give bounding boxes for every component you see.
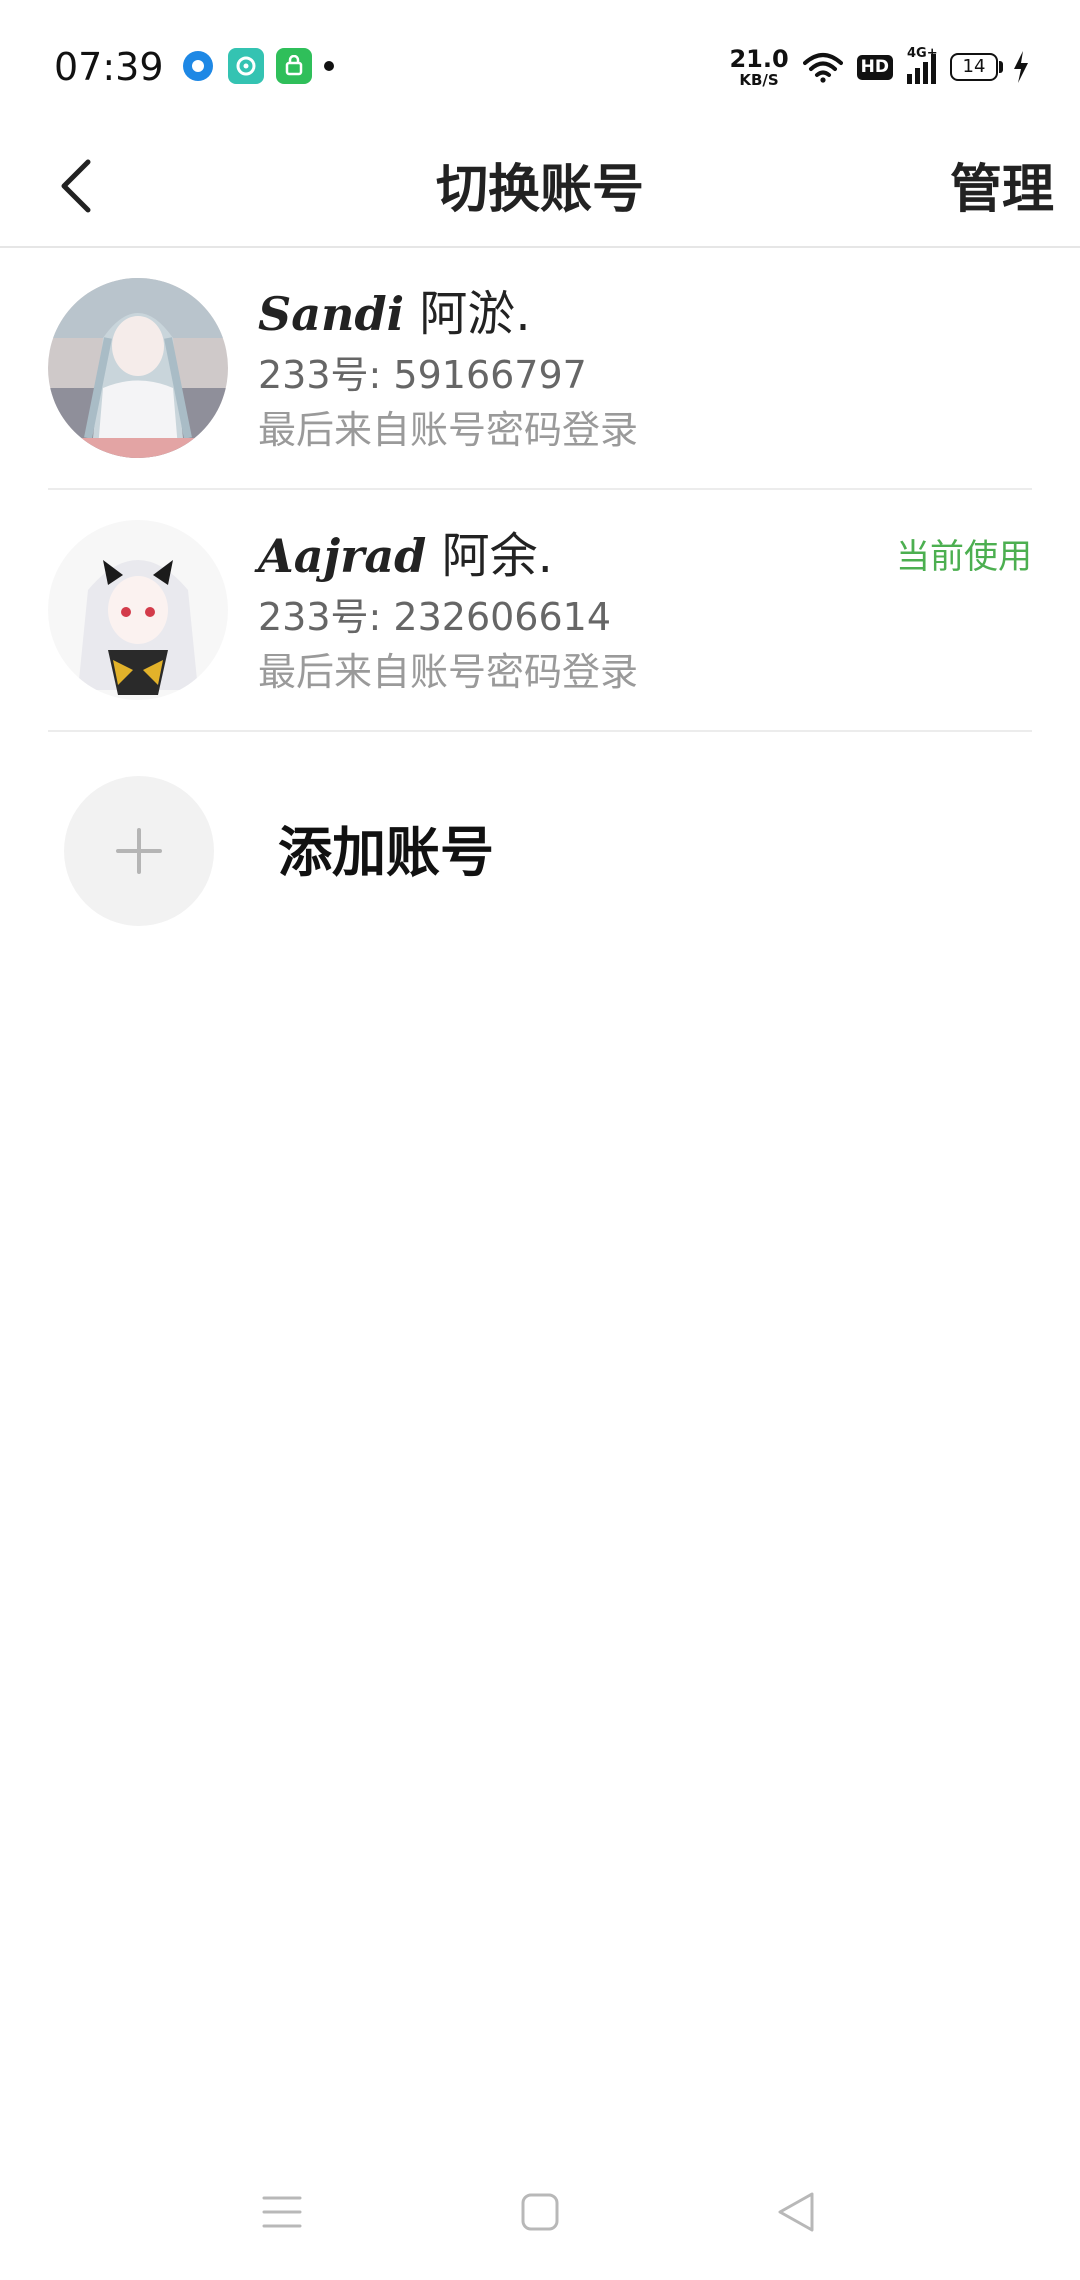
network-speed-unit: KB/S — [739, 70, 779, 89]
add-account-circle — [64, 776, 214, 926]
account-name: Sandi 阿淤. — [258, 284, 531, 344]
add-account-label: 添加账号 — [278, 821, 494, 884]
account-list: Sandi 阿淤. 233号: 59166797 最后来自账号密码登录 Aajr… — [0, 248, 1080, 732]
app-bar: 切换账号 管理 — [0, 132, 1080, 248]
account-name-text: 阿余. — [441, 528, 553, 584]
account-name-script: Aajrad — [258, 529, 427, 583]
notification-icons — [180, 46, 334, 86]
account-name-script: Sandi — [258, 287, 405, 341]
system-icons: 21.0 KB/S HD 4G+ 14 — [729, 40, 1030, 94]
account-login-info: 最后来自账号密码登录 — [258, 650, 639, 694]
account-item[interactable]: Aajrad 阿余. 233号: 232606614 最后来自账号密码登录 当前… — [48, 490, 1032, 732]
account-item[interactable]: Sandi 阿淤. 233号: 59166797 最后来自账号密码登录 — [48, 248, 1032, 490]
location-icon — [180, 48, 216, 84]
add-account-button[interactable]: 添加账号 — [48, 728, 1032, 928]
avatar — [48, 278, 228, 458]
account-id: 233号: 232606614 — [258, 595, 612, 639]
status-bar: 07:39 21.0 KB/S HD 4G+ 14 — [0, 0, 1080, 132]
system-back-button[interactable] — [766, 2182, 826, 2242]
current-account-badge: 当前使用 — [896, 537, 1032, 577]
manage-button[interactable]: 管理 — [950, 156, 1054, 224]
recent-apps-button[interactable] — [252, 2182, 312, 2242]
hd-badge: HD — [856, 54, 893, 80]
store-app-icon — [276, 48, 312, 84]
navigation-bar — [0, 2150, 1080, 2280]
battery-indicator: 14 — [950, 53, 1003, 81]
page-title: 切换账号 — [435, 160, 644, 220]
menu-icon — [262, 2196, 302, 2228]
signal-type-label: 4G+ — [907, 46, 938, 61]
chat-app-icon — [228, 48, 264, 84]
back-triangle-icon — [778, 2192, 814, 2232]
avatar — [48, 520, 228, 700]
home-button[interactable] — [510, 2182, 570, 2242]
plus-icon — [116, 828, 162, 874]
account-name: Aajrad 阿余. — [258, 526, 553, 586]
signal-icon: 4G+ — [907, 46, 938, 84]
network-speed: 21.0 KB/S — [729, 47, 788, 88]
status-time: 07:39 — [54, 45, 164, 89]
account-id: 233号: 59166797 — [258, 353, 587, 397]
network-speed-value: 21.0 — [729, 44, 789, 73]
more-dot-icon — [324, 61, 334, 71]
account-login-info: 最后来自账号密码登录 — [258, 408, 639, 452]
charging-icon — [1014, 51, 1028, 83]
wifi-icon — [802, 53, 843, 83]
account-name-text: 阿淤. — [419, 286, 531, 342]
home-icon — [521, 2193, 559, 2231]
